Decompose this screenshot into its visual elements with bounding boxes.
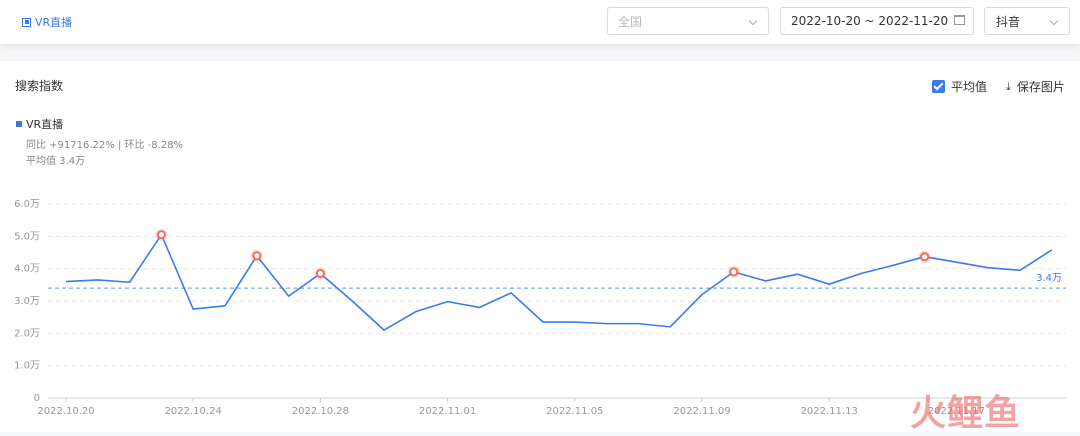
search-index-chart: 0 1.0万 2.0万 3.0万 4.0万 5.0万 6.0万 2022.10.20 2022.… <box>14 199 1066 417</box>
x-tick-label: 2022.11.05 <box>546 406 603 417</box>
x-tick-label: 2022.11.09 <box>673 406 730 417</box>
y-tick-label: 1.0万 <box>14 361 40 372</box>
x-tick-label: 2022.11.13 <box>801 406 858 417</box>
watermark-logo: 火鲤鱼 <box>910 393 1022 434</box>
peak-point <box>252 251 262 261</box>
y-tick-label: 3.0万 <box>14 296 40 307</box>
x-tick-label: 2022.11.01 <box>419 406 476 417</box>
y-tick-label: 0 <box>34 393 40 404</box>
peak-point <box>920 252 929 262</box>
peak-point <box>315 269 325 278</box>
x-tick-label: 2022.10.20 <box>37 406 94 417</box>
y-tick-label: 5.0万 <box>14 231 40 242</box>
y-tick-label: 4.0万 <box>14 264 40 275</box>
series-line <box>65 233 1053 331</box>
peak-point <box>729 267 739 277</box>
peak-point <box>156 230 166 240</box>
y-tick-label: 6.0万 <box>14 199 40 210</box>
y-tick-label: 2.0万 <box>14 328 40 339</box>
average-line-label: 3.4万 <box>1036 273 1062 284</box>
x-tick-label: 2022.10.28 <box>292 406 349 417</box>
x-tick-label: 2022.10.24 <box>165 406 222 417</box>
